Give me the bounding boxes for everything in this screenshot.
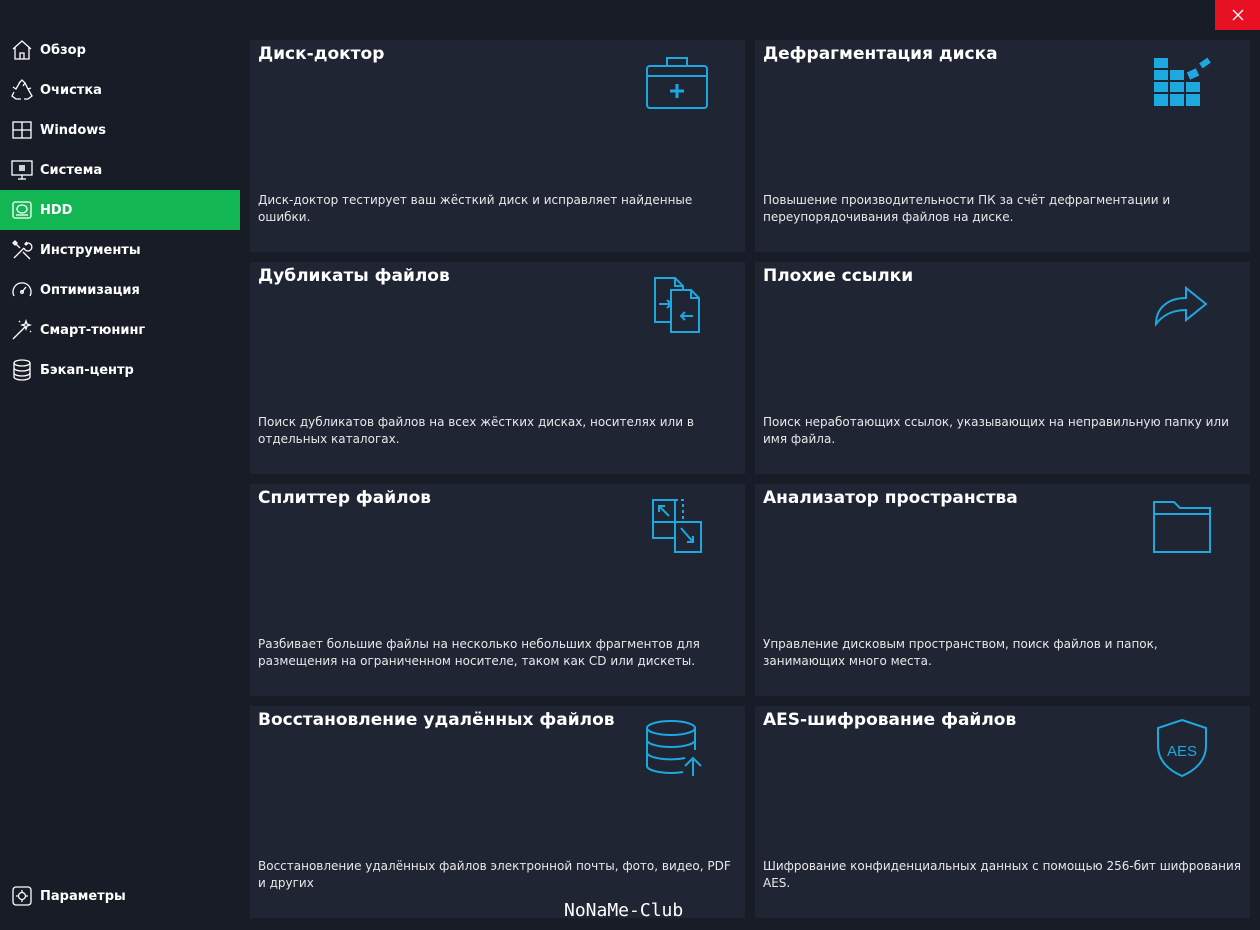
- folder-icon: [1148, 498, 1216, 554]
- medical-kit-icon: [643, 54, 711, 110]
- watermark: NoNaMe-Club: [564, 900, 684, 921]
- tools-icon: [10, 238, 34, 262]
- database-restore-icon: [643, 720, 711, 776]
- card-file-splitter[interactable]: Сплиттер файлов Разбивает большие файлы …: [250, 484, 745, 696]
- card-description: Поиск дубликатов файлов на всех жёстких …: [258, 415, 694, 446]
- sidebar-item-cleanup[interactable]: Очистка: [0, 70, 240, 110]
- card-aes-encryption[interactable]: AES-шифрование файлов AES Шифрование кон…: [755, 706, 1250, 918]
- magic-wand-icon: [10, 318, 34, 342]
- sidebar-item-label: Система: [40, 162, 103, 178]
- sidebar-item-optimization[interactable]: Оптимизация: [0, 270, 240, 310]
- sidebar-item-tools[interactable]: Инструменты: [0, 230, 240, 270]
- title-bar: [0, 0, 1260, 30]
- windows-icon: [10, 118, 34, 142]
- card-file-recovery[interactable]: Восстановление удалённых файлов Восстано…: [250, 706, 745, 918]
- duplicate-files-icon: [643, 276, 711, 333]
- card-title: Диск-доктор: [258, 44, 385, 64]
- card-disk-defrag[interactable]: Дефрагментация диска Повышение производи…: [755, 40, 1250, 252]
- card-description: Восстановление удалённых файлов электрон…: [258, 859, 731, 890]
- card-space-analyzer[interactable]: Анализатор пространства Управление диско…: [755, 484, 1250, 696]
- sidebar-item-smart-tuning[interactable]: Смарт-тюнинг: [0, 310, 240, 350]
- close-button[interactable]: [1215, 0, 1260, 30]
- sidebar-item-label: Оптимизация: [40, 282, 140, 298]
- card-description: Повышение производительности ПК за счёт …: [763, 193, 1171, 224]
- card-title: Плохие ссылки: [763, 266, 914, 286]
- sidebar-item-label: Обзор: [40, 42, 86, 58]
- defrag-blocks-icon: [1148, 54, 1216, 110]
- speedometer-icon: [10, 278, 34, 302]
- card-duplicate-files[interactable]: Дубликаты файлов Поиск дубликатов файлов…: [250, 262, 745, 474]
- sidebar: Обзор Очистка Windows Система HDD Инстру…: [0, 30, 240, 930]
- sidebar-item-label: Очистка: [40, 82, 102, 98]
- card-description: Управление дисковым пространством, поиск…: [763, 637, 1158, 668]
- aes-icon-text: AES: [1167, 743, 1197, 760]
- sidebar-item-label: Windows: [40, 122, 107, 138]
- sidebar-item-windows[interactable]: Windows: [0, 110, 240, 150]
- split-file-icon: [643, 498, 711, 554]
- sidebar-item-system[interactable]: Система: [0, 150, 240, 190]
- sidebar-item-backup-center[interactable]: Бэкап-центр: [0, 350, 240, 390]
- home-icon: [10, 38, 34, 62]
- sidebar-item-label: Бэкап-центр: [40, 362, 134, 378]
- gear-icon: [10, 884, 34, 908]
- sidebar-item-label: Инструменты: [40, 242, 141, 258]
- close-icon: [1232, 9, 1243, 21]
- sidebar-item-label: Смарт-тюнинг: [40, 322, 146, 338]
- card-title: AES-шифрование файлов: [763, 710, 1017, 730]
- database-icon: [10, 358, 34, 382]
- card-disk-doctor[interactable]: Диск-доктор Диск-доктор тестирует ваш жё…: [250, 40, 745, 252]
- sidebar-item-overview[interactable]: Обзор: [0, 30, 240, 70]
- tools-grid: Диск-доктор Диск-доктор тестирует ваш жё…: [250, 40, 1260, 918]
- card-broken-links[interactable]: Плохие ссылки Поиск неработающих ссылок,…: [755, 262, 1250, 474]
- hdd-icon: [10, 198, 34, 222]
- card-description: Разбивает большие файлы на несколько неб…: [258, 637, 700, 668]
- card-title: Дубликаты файлов: [258, 266, 450, 286]
- card-title: Анализатор пространства: [763, 488, 1018, 508]
- sidebar-item-hdd[interactable]: HDD: [0, 190, 240, 230]
- card-description: Диск-доктор тестирует ваш жёсткий диск и…: [258, 193, 693, 224]
- aes-shield-icon: AES: [1148, 718, 1216, 778]
- card-title: Восстановление удалённых файлов: [258, 710, 615, 730]
- sidebar-item-settings[interactable]: Параметры: [0, 876, 240, 916]
- sidebar-item-label: HDD: [40, 202, 73, 218]
- settings-label: Параметры: [40, 888, 126, 904]
- recycle-icon: [10, 78, 34, 102]
- card-description: Поиск неработающих ссылок, указывающих н…: [763, 415, 1229, 446]
- card-title: Дефрагментация диска: [763, 44, 998, 64]
- monitor-icon: [10, 158, 34, 182]
- card-title: Сплиттер файлов: [258, 488, 432, 508]
- card-description: Шифрование конфиденциальных данных с пом…: [763, 859, 1241, 890]
- redirect-arrow-icon: [1148, 276, 1216, 332]
